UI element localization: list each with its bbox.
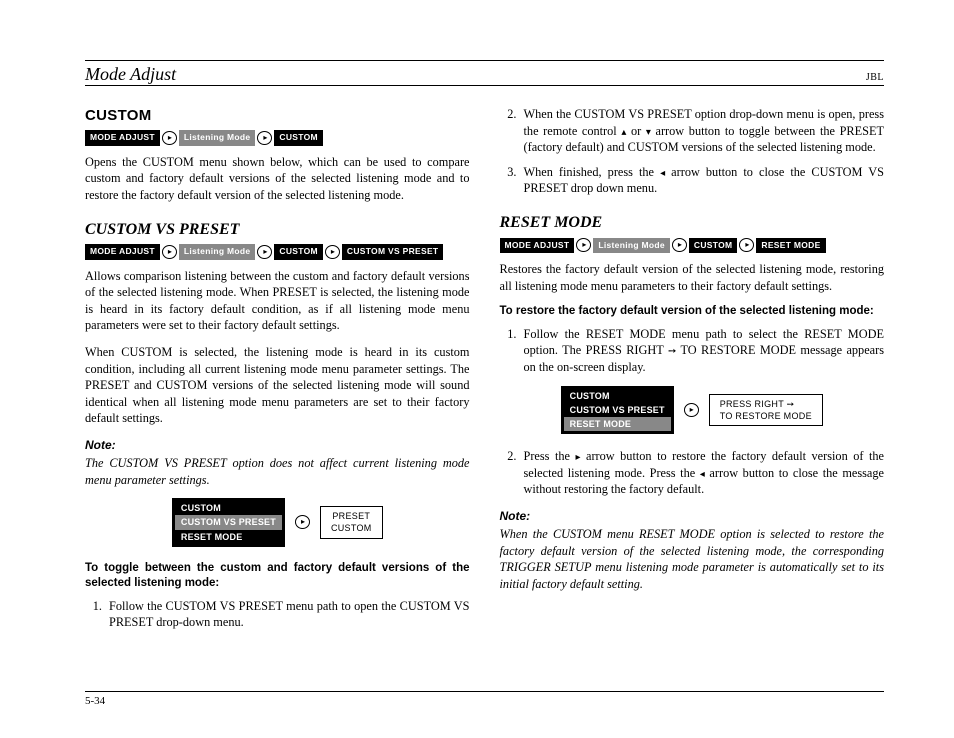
page-number: 5-34 (85, 695, 884, 707)
osd-value-box: PRESS RIGHT ➙ TO RESTORE MODE (709, 394, 823, 426)
steps-list: Follow the CUSTOM VS PRESET menu path to… (85, 598, 470, 631)
crumb-cvp: CUSTOM VS PRESET (342, 244, 444, 259)
paragraph: Allows comparison listening between the … (85, 268, 470, 334)
osd-menu: CUSTOM CUSTOM VS PRESET RESET MODE (561, 386, 674, 434)
heading-custom: CUSTOM (85, 106, 470, 126)
step-item: Follow the CUSTOM VS PRESET menu path to… (105, 598, 470, 631)
instruction-heading: To restore the factory default version o… (500, 304, 885, 320)
page: Mode Adjust JBL CUSTOM MODE ADJUST ▸ Lis… (0, 0, 954, 738)
left-column: CUSTOM MODE ADJUST ▸ Listening Mode ▸ CU… (85, 106, 470, 676)
osd-menu: CUSTOM CUSTOM VS PRESET RESET MODE (172, 498, 285, 546)
osd-row-selected: RESET MODE (564, 417, 671, 431)
crumb-listening-mode: Listening Mode (179, 244, 256, 259)
crumb-reset-mode: RESET MODE (756, 238, 825, 253)
right-column: When the CUSTOM VS PRESET option drop-do… (500, 106, 885, 676)
note-label: Note: (500, 508, 885, 524)
osd-row: RESET MODE (175, 530, 282, 544)
osd-value-line: PRESET (331, 510, 372, 522)
step-item: Follow the RESET MODE menu path to selec… (520, 326, 885, 376)
osd-diagram-cvp: CUSTOM CUSTOM VS PRESET RESET MODE ▸ PRE… (85, 498, 470, 546)
crumb-mode-adjust: MODE ADJUST (85, 130, 160, 145)
breadcrumb-reset: MODE ADJUST ▸ Listening Mode ▸ CUSTOM ▸ … (500, 238, 885, 253)
paragraph: Opens the CUSTOM menu shown below, which… (85, 154, 470, 204)
breadcrumb-cvp: MODE ADJUST ▸ Listening Mode ▸ CUSTOM ▸ … (85, 244, 470, 259)
steps-list-reset: Follow the RESET MODE menu path to selec… (500, 326, 885, 376)
chevron-right-icon: ▸ (739, 238, 754, 252)
rule-bottom (85, 691, 884, 692)
chevron-right-icon: ▸ (295, 515, 310, 529)
header-brand: JBL (866, 72, 884, 83)
page-header: Mode Adjust JBL (85, 64, 884, 86)
note-label: Note: (85, 437, 470, 453)
instruction-heading: To toggle between the custom and factory… (85, 561, 470, 592)
heading-reset-mode: RESET MODE (500, 212, 885, 234)
osd-value-line: CUSTOM (331, 522, 372, 534)
crumb-listening-mode: Listening Mode (593, 238, 670, 253)
crumb-custom: CUSTOM (689, 238, 737, 253)
heading-custom-vs-preset: CUSTOM VS PRESET (85, 219, 470, 241)
rule-top (85, 60, 884, 61)
step-item: When finished, press the ◂ arrow button … (520, 164, 885, 197)
note-body: When the CUSTOM menu RESET MODE option i… (500, 526, 885, 592)
crumb-mode-adjust: MODE ADJUST (85, 244, 160, 259)
osd-row: CUSTOM (175, 501, 282, 515)
osd-diagram-reset: CUSTOM CUSTOM VS PRESET RESET MODE ▸ PRE… (500, 386, 885, 434)
osd-value-line: TO RESTORE MODE (720, 410, 812, 422)
paragraph: Restores the factory default version of … (500, 261, 885, 294)
steps-list-continued: When the CUSTOM VS PRESET option drop-do… (500, 106, 885, 197)
chevron-right-icon: ▸ (576, 238, 591, 252)
crumb-custom: CUSTOM (274, 130, 322, 145)
chevron-right-icon: ▸ (684, 403, 699, 417)
chevron-right-icon: ▸ (162, 131, 177, 145)
header-title: Mode Adjust (85, 64, 176, 85)
paragraph: When CUSTOM is selected, the listening m… (85, 344, 470, 427)
crumb-custom: CUSTOM (274, 244, 322, 259)
breadcrumb-custom: MODE ADJUST ▸ Listening Mode ▸ CUSTOM (85, 130, 470, 145)
step-item: Press the ▸ arrow button to restore the … (520, 448, 885, 498)
note-body: The CUSTOM VS PRESET option does not aff… (85, 455, 470, 488)
osd-value-line: PRESS RIGHT ➙ (720, 398, 812, 410)
step-item: When the CUSTOM VS PRESET option drop-do… (520, 106, 885, 156)
chevron-right-icon: ▸ (325, 245, 340, 259)
crumb-mode-adjust: MODE ADJUST (500, 238, 575, 253)
osd-row: CUSTOM VS PRESET (564, 403, 671, 417)
chevron-right-icon: ▸ (257, 245, 272, 259)
steps-list-reset-cont: Press the ▸ arrow button to restore the … (500, 448, 885, 498)
crumb-listening-mode: Listening Mode (179, 130, 256, 145)
chevron-right-icon: ▸ (162, 245, 177, 259)
chevron-right-icon: ▸ (672, 238, 687, 252)
osd-row-selected: CUSTOM VS PRESET (175, 515, 282, 529)
content-columns: CUSTOM MODE ADJUST ▸ Listening Mode ▸ CU… (85, 106, 884, 676)
chevron-right-icon: ▸ (257, 131, 272, 145)
osd-value-box: PRESET CUSTOM (320, 506, 383, 538)
osd-row: CUSTOM (564, 389, 671, 403)
